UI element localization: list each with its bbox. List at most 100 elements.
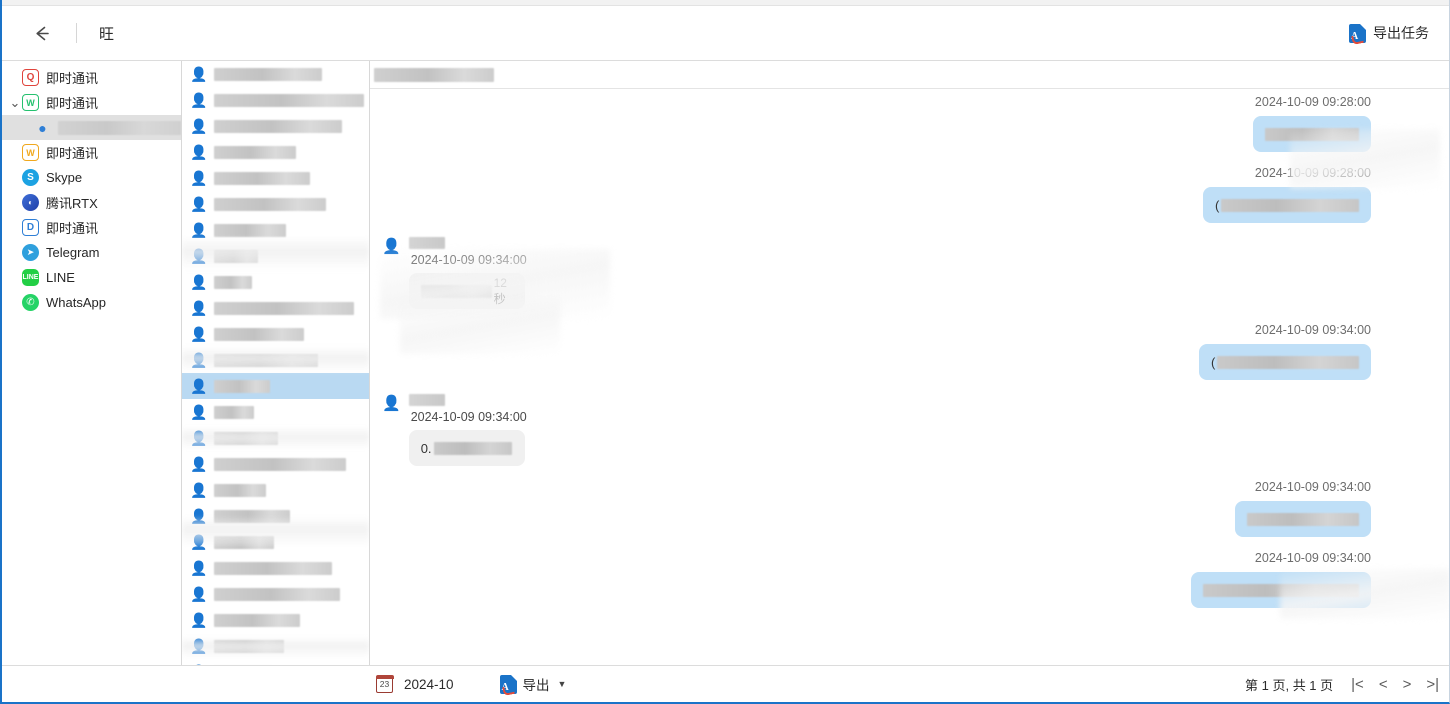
contact-name-redacted: [214, 223, 287, 237]
message-outgoing[interactable]: 2024-10-09 09:34:00 (: [370, 323, 1449, 380]
list-item[interactable]: 👤: [182, 113, 369, 139]
avatar: 👤: [190, 534, 208, 550]
message-timestamp: 2024-10-09 09:34:00: [1254, 480, 1371, 494]
message-incoming[interactable]: 👤 2024-10-09 09:34:00 0.: [370, 394, 1449, 466]
list-item[interactable]: 👤: [182, 529, 369, 555]
first-page-button[interactable]: |<: [1351, 677, 1364, 692]
chevron-down-icon[interactable]: ⌄: [8, 96, 22, 110]
sidebar-item-LINE-8[interactable]: ⌄LINELINE: [2, 265, 181, 290]
list-item[interactable]: 👤: [182, 607, 369, 633]
list-item[interactable]: 👤: [182, 503, 369, 529]
list-item[interactable]: 👤: [182, 555, 369, 581]
list-item[interactable]: 👤: [182, 477, 369, 503]
sidebar-item-腾讯RTX-5[interactable]: ⌄◐腾讯RTX: [2, 190, 181, 215]
sidebar-item-即时通讯-1[interactable]: ⌄ W 即时通讯: [2, 90, 181, 115]
pdf-export-icon: A: [499, 674, 517, 696]
message-text-fragment: 12秒: [493, 275, 507, 306]
avatar: 👤: [382, 238, 401, 255]
message-text-redacted: [1247, 512, 1359, 526]
contact-list[interactable]: 👤 👤 👤 👤 👤 👤 👤 👤 👤 👤 👤 👤 👤 👤 👤 👤 👤 👤 👤 👤 👤 👤 👤 👤: [182, 61, 370, 665]
sidebar-item-redacted-2[interactable]: ●: [2, 115, 181, 140]
sidebar-item-label: 腾讯RTX: [46, 196, 98, 211]
message-content: 2024-10-09 09:34:00 0.: [408, 394, 527, 466]
list-item[interactable]: 👤: [182, 373, 369, 399]
sidebar-item-Skype-4[interactable]: ⌄SSkype: [2, 165, 181, 190]
avatar: 👤: [190, 66, 208, 82]
sidebar-item-label: 即时通讯: [46, 96, 99, 111]
list-item[interactable]: 👤: [182, 347, 369, 373]
contact-name-redacted: [214, 353, 319, 367]
message-text-redacted: [433, 441, 512, 455]
sidebar-item-label: Skype: [46, 170, 83, 185]
message-timestamp: 2024-10-09 09:34:00: [1254, 551, 1371, 565]
message-bubble: 0.: [408, 430, 525, 466]
list-item[interactable]: 👤: [182, 425, 369, 451]
contact-name-redacted: [214, 327, 305, 341]
contact-name-redacted: [214, 301, 355, 315]
list-item[interactable]: 👤: [182, 269, 369, 295]
contact-name-redacted: [214, 405, 255, 419]
message-outgoing[interactable]: 2024-10-09 09:34:00: [370, 480, 1449, 537]
avatar: 👤: [190, 144, 208, 160]
sidebar-item-即时通讯-3[interactable]: ⌄W即时通讯: [2, 140, 181, 165]
sidebar-item-即时通讯-0[interactable]: ⌄Q即时通讯: [2, 65, 181, 90]
list-item[interactable]: 👤: [182, 191, 369, 217]
back-arrow-icon[interactable]: [26, 18, 56, 48]
export-label: 导出: [522, 678, 550, 693]
contact-name-redacted: [214, 639, 285, 653]
list-item[interactable]: 👤: [182, 321, 369, 347]
message-incoming[interactable]: 👤 2024-10-09 09:34:00 12秒: [370, 237, 1449, 309]
message-outgoing[interactable]: 2024-10-09 09:34:00: [370, 551, 1449, 608]
next-page-button[interactable]: >: [1403, 677, 1412, 692]
avatar: 👤: [190, 404, 208, 420]
message-bubble: 12秒: [408, 273, 525, 309]
chat-title-redacted: [374, 67, 494, 82]
sidebar-item-label-redacted: [58, 120, 181, 135]
message-timestamp: 2024-10-09 09:34:00: [410, 253, 527, 267]
avatar: 👤: [190, 248, 208, 264]
message-outgoing[interactable]: 2024-10-09 09:28:00 (: [370, 166, 1449, 223]
export-task-button[interactable]: A 导出任务: [1343, 19, 1435, 47]
prev-page-button[interactable]: <: [1379, 677, 1388, 692]
list-item[interactable]: 👤: [182, 295, 369, 321]
list-item[interactable]: 👤: [182, 659, 369, 665]
avatar: 👤: [190, 508, 208, 524]
skype-icon: S: [22, 169, 39, 186]
sidebar-item-WhatsApp-9[interactable]: ⌄✆WhatsApp: [2, 290, 181, 315]
list-item[interactable]: 👤: [182, 165, 369, 191]
list-item[interactable]: 👤: [182, 217, 369, 243]
sidebar-item-label: LINE: [46, 270, 75, 285]
contact-name-redacted: [214, 93, 365, 107]
export-task-label: 导出任务: [1373, 25, 1429, 41]
list-item[interactable]: 👤: [182, 399, 369, 425]
message-bubble: [1191, 572, 1371, 608]
message-outgoing[interactable]: 2024-10-09 09:28:00: [370, 95, 1449, 152]
footer-toolbar: 23 2024-10 A 导出 ▼ 第 1 页, 共 1 页 |< < > >|: [370, 674, 1449, 696]
message-text-redacted: [1217, 355, 1359, 369]
last-page-button[interactable]: >|: [1426, 677, 1439, 692]
sender-name-redacted: [408, 237, 445, 249]
sidebar-item-Telegram-7[interactable]: ⌄➤Telegram: [2, 240, 181, 265]
contact-name-redacted: [214, 379, 271, 393]
avatar: 👤: [190, 612, 208, 628]
list-item[interactable]: 👤: [182, 87, 369, 113]
sidebar-item-label: WhatsApp: [46, 295, 106, 310]
list-item[interactable]: 👤: [182, 243, 369, 269]
message-list[interactable]: 2024-10-09 09:28:00 2024-10-09 09:28:00 ( 👤…: [370, 89, 1449, 665]
export-dropdown-button[interactable]: A 导出 ▼: [499, 674, 566, 696]
avatar: 👤: [190, 456, 208, 472]
contact-name-redacted: [214, 509, 291, 523]
list-item[interactable]: 👤: [182, 61, 369, 87]
sidebar-item-label: Telegram: [46, 245, 100, 260]
telegram-icon: ➤: [22, 244, 39, 261]
list-item[interactable]: 👤: [182, 139, 369, 165]
list-item[interactable]: 👤: [182, 633, 369, 659]
avatar: 👤: [190, 300, 208, 316]
source-tree[interactable]: ⌄Q即时通讯⌄W即时通讯●⌄W即时通讯⌄SSkype⌄◐腾讯RTX⌄D即时通讯⌄…: [2, 61, 182, 665]
list-item[interactable]: 👤: [182, 451, 369, 477]
list-item[interactable]: 👤: [182, 581, 369, 607]
calendar-icon: 23: [375, 675, 394, 693]
pagination-info: 第 1 页, 共 1 页: [1245, 677, 1334, 693]
sidebar-item-即时通讯-6[interactable]: ⌄D即时通讯: [2, 215, 181, 240]
message-content: 2024-10-09 09:34:00 12秒: [408, 237, 527, 309]
